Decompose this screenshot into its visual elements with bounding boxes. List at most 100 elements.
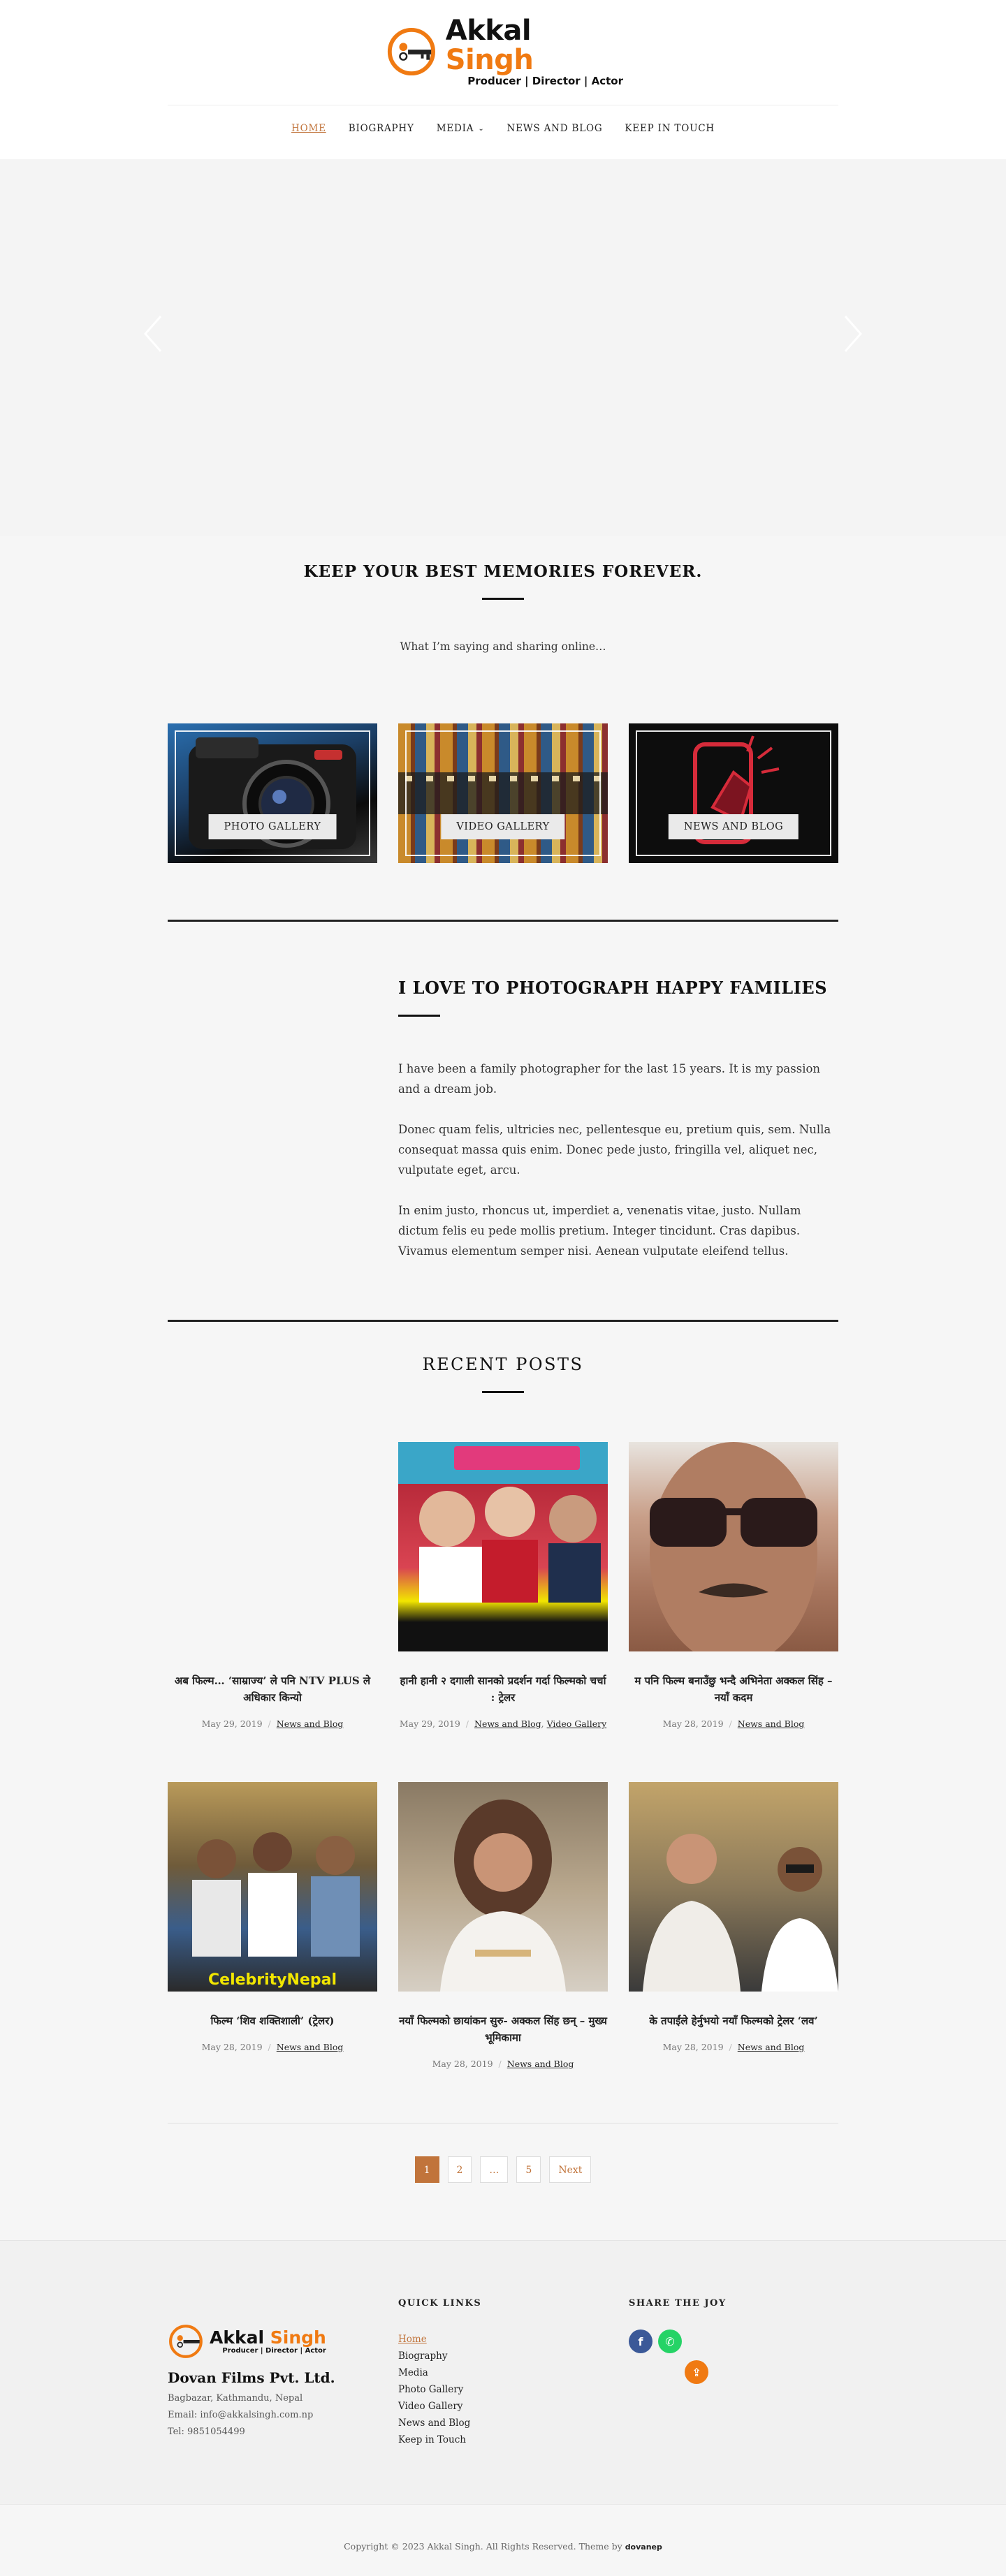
footer-brand-name: Akkal Singh <box>210 2327 326 2348</box>
memories-subtitle: What I’m saying and sharing online… <box>400 640 606 653</box>
company-email[interactable]: Email: info@akkalsingh.com.np <box>168 2407 335 2424</box>
post-thumbnail[interactable] <box>629 1442 838 1651</box>
nav-biography[interactable]: BIOGRAPHY <box>349 123 414 134</box>
company-name: Dovan Films Pvt. Ltd. <box>168 2369 335 2386</box>
pagination-divider <box>168 2123 838 2124</box>
footer-link-biography[interactable]: Biography <box>398 2348 481 2364</box>
page-ellipsis: … <box>480 2156 509 2183</box>
news-and-blog-label: NEWS AND BLOG <box>668 814 799 839</box>
post-category-link[interactable]: News and Blog <box>277 2042 344 2052</box>
meta-separator: / <box>465 1718 469 1729</box>
post-thumbnail[interactable] <box>398 1442 608 1651</box>
event-photo-icon <box>643 1834 838 1992</box>
post-date: May 28, 2019 <box>201 2042 263 2052</box>
post-category-link[interactable]: News and Blog <box>507 2059 574 2069</box>
meta-separator: / <box>729 2042 732 2052</box>
post-title[interactable]: के तपाईंले हेर्नुभयो नयाँ फिल्मको ट्रेलर… <box>629 2012 838 2029</box>
copyright-bar: Copyright © 2023 Akkal Singh. All Rights… <box>0 2504 1006 2576</box>
page-link[interactable]: 5 <box>516 2156 541 2183</box>
footer-link-video-gallery[interactable]: Video Gallery <box>398 2398 481 2415</box>
slider-prev-arrow-icon[interactable] <box>140 313 168 355</box>
facebook-icon[interactable]: f <box>629 2330 653 2353</box>
video-gallery-label: VIDEO GALLERY <box>441 814 565 839</box>
post-card[interactable]: म पनि फिल्म बनाउँछु भन्दै अभिनेता अक्कल … <box>629 1442 838 1729</box>
post-category-link[interactable]: News and Blog <box>277 1718 344 1729</box>
footer-link-news-and-blog[interactable]: News and Blog <box>398 2415 481 2431</box>
share-icon[interactable]: ⇪ <box>685 2360 708 2384</box>
nav-news-and-blog[interactable]: NEWS AND BLOG <box>507 123 603 134</box>
memories-section: KEEP YOUR BEST MEMORIES FOREVER. What I’… <box>0 562 1006 653</box>
footer-link-media[interactable]: Media <box>398 2364 481 2381</box>
footer-link-photo-gallery[interactable]: Photo Gallery <box>398 2381 481 2398</box>
footer-logo[interactable]: Akkal Singh Producer | Director | Actor <box>168 2323 335 2360</box>
footer-share: SHARE THE JOY f ✆ ⇪ <box>629 2298 727 2384</box>
event-photo-icon <box>440 1799 566 1992</box>
footer-link-home[interactable]: Home <box>398 2331 481 2348</box>
recent-posts-title: RECENT POSTS <box>422 1355 584 1374</box>
page-link[interactable]: 2 <box>447 2156 472 2183</box>
post-category-link[interactable]: News and Blog <box>738 2042 805 2052</box>
film-reel-logo-icon <box>169 2325 203 2358</box>
post-title[interactable]: अब फिल्म… ‘साम्राज्य’ ले पनि NTV PLUS ले… <box>168 1672 377 1706</box>
social-buttons: f ✆ <box>629 2330 727 2353</box>
post-date: May 29, 2019 <box>201 1718 263 1729</box>
whatsapp-icon[interactable]: ✆ <box>658 2330 682 2353</box>
post-card[interactable]: नयाँ फिल्मको छायांकन सुरु- अक्कल सिंह छन… <box>398 1782 608 2069</box>
post-title[interactable]: नयाँ फिल्मको छायांकन सुरु- अक्कल सिंह छन… <box>398 2012 608 2046</box>
about-paragraph: Donec quam felis, ultricies nec, pellent… <box>398 1123 831 1177</box>
brand-name-last: Singh <box>445 44 534 76</box>
post-card[interactable]: अब फिल्म… ‘साम्राज्य’ ले पनि NTV PLUS ले… <box>168 1442 377 1729</box>
post-card[interactable]: के तपाईंले हेर्नुभयो नयाँ फिल्मको ट्रेलर… <box>629 1782 838 2052</box>
post-card[interactable]: हानी हानी २ दगाली सानको प्रदर्शन गर्दा फ… <box>398 1442 608 1729</box>
post-thumbnail[interactable] <box>168 1442 377 1651</box>
group-photo-icon: CelebrityNepal <box>192 1832 360 1989</box>
site-logo[interactable]: Akkal Singh Producer | Director | Actor <box>386 16 623 87</box>
post-title[interactable]: हानी हानी २ दगाली सानको प्रदर्शन गर्दा फ… <box>398 1672 608 1706</box>
post-category-link[interactable]: Video Gallery <box>547 1718 607 1729</box>
section-divider <box>168 1320 838 1322</box>
footer-company: Akkal Singh Producer | Director | Actor … <box>168 2323 335 2441</box>
copyright-text: Copyright © 2023 Akkal Singh. All Rights… <box>344 2541 622 2552</box>
photo-gallery-tile[interactable]: PHOTO GALLERY <box>168 723 377 863</box>
meta-separator: / <box>498 2059 502 2069</box>
news-and-blog-tile[interactable]: NEWS AND BLOG <box>629 723 838 863</box>
nav-media[interactable]: MEDIA ⌄ <box>437 123 485 134</box>
post-title[interactable]: म पनि फिल्म बनाउँछु भन्दै अभिनेता अक्कल … <box>629 1672 838 1706</box>
slider-next-arrow-icon[interactable] <box>838 313 866 355</box>
nav-home[interactable]: HOME <box>291 123 326 134</box>
footer-link-keep-in-touch[interactable]: Keep in Touch <box>398 2431 481 2448</box>
post-date: May 28, 2019 <box>662 2042 724 2052</box>
post-card[interactable]: CelebrityNepal फिल्म ‘शिव शक्तिशाली’ (ट्… <box>168 1782 377 2052</box>
about-paragraph: In enim justo, rhoncus ut, imperdiet a, … <box>398 1204 801 1258</box>
quick-links-title: QUICK LINKS <box>398 2298 482 2309</box>
pagination: 1 2 … 5 Next <box>0 2156 1006 2183</box>
meta-separator: / <box>729 1718 732 1729</box>
company-phone[interactable]: Tel: 9851054499 <box>168 2424 335 2441</box>
theme-brand-logo[interactable]: dovanep <box>625 2542 662 2552</box>
nav-keep-in-touch[interactable]: KEEP IN TOUCH <box>625 123 715 134</box>
post-category-link[interactable]: News and Blog <box>474 1718 541 1729</box>
photo-gallery-label: PHOTO GALLERY <box>208 814 337 839</box>
post-title[interactable]: फिल्म ‘शिव शक्तिशाली’ (ट्रेलर) <box>168 2012 377 2029</box>
post-meta: May 28, 2019 / News and Blog <box>629 1718 838 1729</box>
post-thumbnail[interactable] <box>629 1782 838 1992</box>
brand-tagline: Producer | Director | Actor <box>467 75 623 87</box>
about-paragraph: I have been a family photographer for th… <box>398 1062 821 1096</box>
post-category-link[interactable]: News and Blog <box>738 1718 805 1729</box>
video-gallery-tile[interactable]: VIDEO GALLERY <box>398 723 608 863</box>
next-page-button[interactable]: Next <box>549 2156 592 2183</box>
post-thumbnail[interactable]: CelebrityNepal <box>168 1782 377 1992</box>
post-date: May 28, 2019 <box>662 1718 724 1729</box>
post-meta: May 29, 2019 / News and Blog <box>168 1718 377 1729</box>
page-link-current[interactable]: 1 <box>414 2156 439 2183</box>
post-thumbnail[interactable] <box>398 1782 608 1992</box>
brand-name: Akkal Singh <box>446 16 623 75</box>
footer-brand-first: Akkal <box>210 2327 265 2348</box>
meta-separator: / <box>268 1718 271 1729</box>
gallery-tiles: PHOTO GALLERY VIDEO GALLERY NEWS AND BLO… <box>168 723 838 863</box>
brand-name-first: Akkal <box>445 15 532 47</box>
recent-posts-rule <box>482 1391 524 1393</box>
recent-posts-header: RECENT POSTS <box>0 1355 1006 1393</box>
company-address: Bagbazar, Kathmandu, Nepal <box>168 2393 303 2404</box>
memories-title: KEEP YOUR BEST MEMORIES FOREVER. <box>303 562 703 581</box>
